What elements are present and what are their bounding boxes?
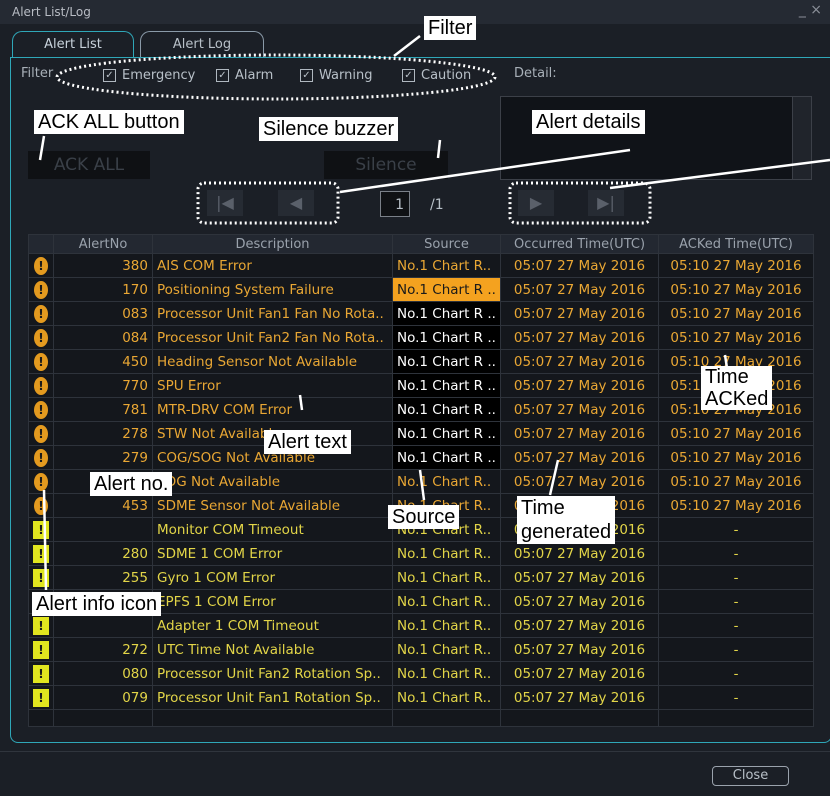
- annotation-alert-text: Alert text: [264, 430, 351, 454]
- annotation-source: Source: [388, 505, 460, 529]
- filter-ellipse: [55, 53, 497, 101]
- annotation-ack-all: ACK ALL button: [34, 110, 184, 134]
- annotation-time-acked: Time ACKed: [701, 366, 773, 410]
- arrow-generated: [548, 459, 560, 496]
- arrow-filter: [393, 35, 421, 57]
- arrow-info-icon: [42, 489, 48, 591]
- annotation-time-generated-line1: Time: [521, 497, 565, 519]
- prev-nav-highlight: [196, 181, 340, 225]
- arrow-nav-left: [339, 148, 631, 194]
- annotation-filter: Filter: [424, 16, 477, 40]
- arrow-source: [418, 469, 426, 501]
- arrow-alert-text: [298, 394, 304, 411]
- arrow-ack: [38, 135, 46, 161]
- arrow-nav-right: [609, 158, 830, 190]
- annotation-time-acked-line2: ACKed: [705, 388, 769, 410]
- arrow-silence: [436, 139, 442, 159]
- annotation-details: Alert details: [532, 110, 645, 134]
- annotation-alert-no: Alert no.: [90, 472, 173, 496]
- annotation-time-generated: Time generated: [517, 496, 616, 544]
- annotation-info-icon: Alert info icon: [32, 592, 162, 616]
- next-nav-highlight: [508, 181, 652, 225]
- annotation-time-generated-line2: generated: [521, 521, 612, 543]
- annotation-time-acked-line1: Time: [705, 366, 749, 388]
- annotation-silence: Silence buzzer: [259, 117, 399, 141]
